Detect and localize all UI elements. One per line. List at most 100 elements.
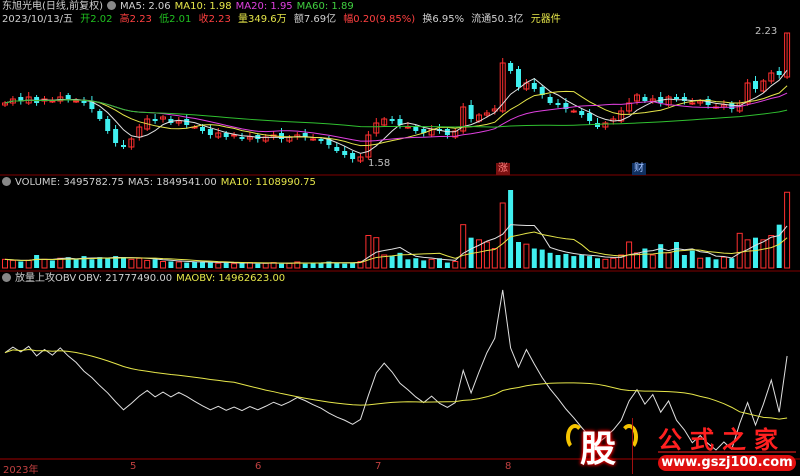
candle-down <box>729 103 735 109</box>
logo-title: 公式之家 <box>658 425 786 454</box>
indicator-name[interactable]: 放量上攻OBV <box>15 273 76 284</box>
volume-bars <box>2 190 791 269</box>
volume-bar <box>681 255 687 268</box>
low-price-label: 1.58 <box>368 158 391 169</box>
volume-bar <box>508 190 514 268</box>
volume-bar <box>784 191 791 269</box>
candle-down <box>318 139 324 141</box>
candle-down <box>81 101 87 103</box>
candle-down <box>642 97 648 101</box>
volume-bar <box>168 261 174 268</box>
candle-up <box>231 134 238 137</box>
x-label: 6 <box>255 461 262 472</box>
ma-lines <box>4 69 788 154</box>
volume-bar <box>105 258 111 268</box>
volume-bar <box>649 254 656 269</box>
candle-down <box>105 119 111 131</box>
settings-circle-icon[interactable] <box>2 177 11 186</box>
volume-bar <box>49 260 55 268</box>
volume-bar <box>602 258 609 269</box>
candle-down <box>389 119 395 121</box>
candle-down <box>342 151 348 155</box>
volume-bar <box>523 243 530 269</box>
ma60-line <box>4 99 788 128</box>
volume-bar <box>73 259 79 268</box>
candles <box>2 32 791 163</box>
candle-down <box>508 63 514 71</box>
chart-canvas[interactable] <box>0 0 800 474</box>
volume-bar <box>389 256 395 268</box>
volume-bar <box>547 252 553 268</box>
candle-down <box>531 83 537 89</box>
volume-bar <box>460 224 467 269</box>
high-price-label: 2.23 <box>755 26 778 37</box>
volume-bar <box>192 261 198 268</box>
candle-down <box>334 147 340 151</box>
volume-bar <box>444 262 450 268</box>
volume-bar <box>665 252 672 269</box>
volume-bar <box>776 224 782 268</box>
candle-down <box>579 111 585 115</box>
volume-bar <box>768 235 775 269</box>
volume-header: VOLUME: 3495782.75 MA5: 1849541.00 MA10: 1… <box>2 176 320 189</box>
watermark-logo: 股 公式之家 www.gszj100.com <box>558 418 800 474</box>
volume-bar <box>729 258 735 268</box>
volume-bar <box>350 262 356 268</box>
volume-bar <box>121 257 126 268</box>
volume-bar <box>736 232 743 269</box>
volume-bar <box>215 262 222 269</box>
volume-bar <box>152 259 158 268</box>
volume-bar <box>516 242 521 268</box>
candle-down <box>121 145 126 147</box>
volume-bar <box>184 262 190 268</box>
volume-bar <box>286 262 293 269</box>
obv-value: OBV: 21777490.00 <box>78 273 173 284</box>
candle-up <box>404 126 411 129</box>
volume-bar <box>200 261 205 268</box>
candle-down <box>223 133 229 137</box>
candle-down <box>113 129 119 143</box>
volume-bar <box>136 257 143 269</box>
obv-header: 放量上攻OBV OBV: 21777490.00 MAOBV: 14962623.0… <box>2 272 289 285</box>
event-tag-cai[interactable]: 财 <box>632 163 646 175</box>
candle-down <box>239 137 245 139</box>
volume-bar <box>34 255 40 268</box>
volume-bar <box>41 258 48 269</box>
volume-bar <box>705 257 711 268</box>
volume-bar <box>689 250 695 268</box>
volume-bar <box>89 259 95 268</box>
x-label: 7 <box>375 461 382 472</box>
volume-bar <box>674 242 679 268</box>
volume-ma10: MA10: 1108990.75 <box>220 177 316 188</box>
volume-bar <box>539 249 545 268</box>
volume-ma5: MA5: 1849541.00 <box>127 177 217 188</box>
event-tag-zhang[interactable]: 涨 <box>496 163 510 175</box>
candle-up <box>73 100 80 103</box>
candle-down <box>152 119 158 121</box>
candle-up <box>689 102 696 105</box>
ma20-line <box>4 92 788 142</box>
candle-down <box>753 81 758 89</box>
volume-bar <box>421 260 427 268</box>
volume-bar <box>128 258 135 269</box>
volume-bar <box>223 262 229 268</box>
candle-up <box>49 100 56 103</box>
volume-bar <box>491 248 498 269</box>
volume-bar <box>18 261 24 268</box>
x-label: 8 <box>505 461 512 472</box>
candle-down <box>200 127 205 131</box>
volume-bar <box>579 255 585 268</box>
settings-circle-icon[interactable] <box>2 273 11 282</box>
volume-bar <box>563 253 569 268</box>
candle-up <box>310 138 317 141</box>
volume-bar <box>25 259 32 269</box>
volume-bar <box>231 263 238 269</box>
x-label: 5 <box>130 461 137 472</box>
volume-bar <box>365 235 372 269</box>
logo-url: www.gszj100.com <box>658 455 796 471</box>
volume-bar <box>753 237 758 268</box>
logo-char: 股 <box>580 429 617 470</box>
volume-bar <box>334 262 340 268</box>
volume-bar <box>9 259 16 269</box>
volume-bar <box>571 256 577 268</box>
